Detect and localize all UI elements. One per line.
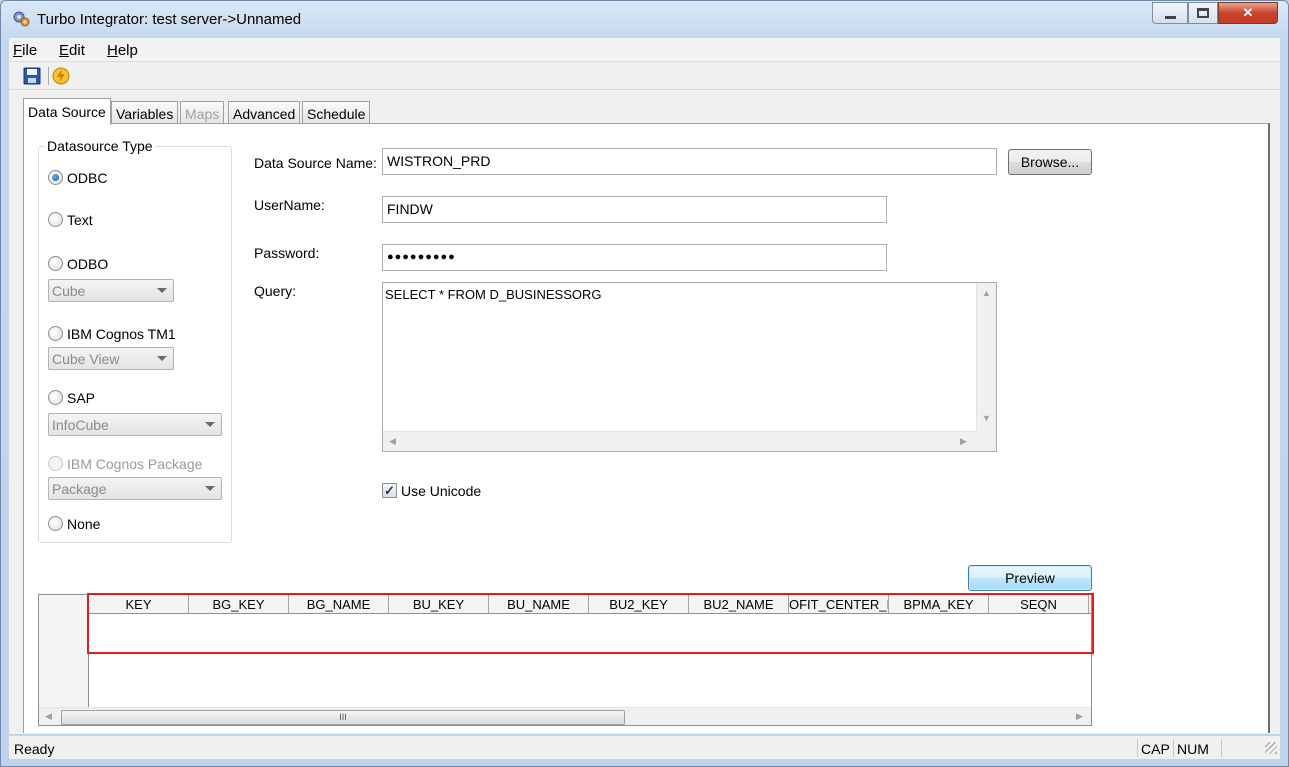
use-unicode-label[interactable]: Use Unicode xyxy=(401,483,481,499)
password-label: Password: xyxy=(254,245,320,261)
grid-row-header xyxy=(39,595,89,707)
minimize-button[interactable] xyxy=(1152,2,1188,24)
radio-none-label[interactable]: None xyxy=(67,516,100,532)
scrollbar-corner xyxy=(976,431,996,451)
tab-advanced[interactable]: Advanced xyxy=(228,101,301,124)
tab-variables[interactable]: Variables xyxy=(111,101,179,124)
odbo-cube-combo: Cube xyxy=(48,279,174,302)
scroll-right-icon[interactable]: ▶ xyxy=(960,436,967,447)
title-bar[interactable]: Turbo Integrator: test server->Unnamed ✕ xyxy=(1,1,1288,37)
package-value: Package xyxy=(52,481,107,497)
use-unicode-checkbox[interactable]: ✓ xyxy=(382,483,397,498)
tab-data-source[interactable]: Data Source xyxy=(23,98,111,125)
password-field[interactable]: ●●●●●●●●● xyxy=(382,244,887,271)
odbo-cube-value: Cube xyxy=(52,283,86,299)
radio-sap[interactable] xyxy=(48,390,63,405)
status-bar: Ready CAP NUM xyxy=(9,735,1280,759)
grid-horizontal-scrollbar[interactable]: ◀ III ▶ xyxy=(39,707,1091,725)
scroll-left-icon[interactable]: ◀ xyxy=(389,436,396,447)
username-label: UserName: xyxy=(254,197,325,213)
radio-text[interactable] xyxy=(48,212,63,227)
ds-name-field[interactable]: WISTRON_PRD xyxy=(382,148,997,175)
resize-grip-icon[interactable] xyxy=(1265,742,1277,754)
radio-odbc[interactable] xyxy=(48,170,63,185)
minimize-icon xyxy=(1164,15,1176,19)
browse-button[interactable]: Browse... xyxy=(1008,149,1092,175)
close-button[interactable]: ✕ xyxy=(1218,2,1278,24)
radio-none[interactable] xyxy=(48,516,63,531)
radio-cognos-package-label: IBM Cognos Package xyxy=(67,456,203,472)
query-textarea[interactable]: SELECT * FROM D_BUSINESSORG ▲ ▼ ◀ ▶ xyxy=(382,282,997,452)
num-lock-indicator: NUM xyxy=(1177,741,1209,757)
maximize-button[interactable] xyxy=(1188,2,1218,24)
status-text: Ready xyxy=(14,741,55,757)
chevron-down-icon xyxy=(157,288,167,293)
preview-button[interactable]: Preview xyxy=(968,565,1092,591)
ds-name-label: Data Source Name: xyxy=(254,155,377,171)
status-separator xyxy=(1221,739,1222,757)
query-vertical-scrollbar[interactable]: ▲ ▼ xyxy=(976,283,996,431)
radio-tm1[interactable] xyxy=(48,326,63,341)
tm1-cubeview-combo: Cube View xyxy=(48,347,174,370)
radio-text-label[interactable]: Text xyxy=(67,212,93,228)
toolbar-separator xyxy=(48,67,49,85)
scroll-right-icon[interactable]: ▶ xyxy=(1076,711,1083,722)
tab-schedule[interactable]: Schedule xyxy=(302,101,371,124)
menu-bar: File Edit Help xyxy=(9,38,1280,62)
radio-odbc-label[interactable]: ODBC xyxy=(67,170,107,186)
app-window: Turbo Integrator: test server->Unnamed ✕… xyxy=(0,0,1289,767)
turbo-integrator-icon xyxy=(13,11,30,27)
scroll-thumb[interactable]: III xyxy=(61,710,625,725)
query-text: SELECT * FROM D_BUSINESSORG xyxy=(385,287,602,302)
sap-infocube-value: InfoCube xyxy=(52,417,109,433)
sap-infocube-combo: InfoCube xyxy=(48,413,222,436)
maximize-icon xyxy=(1197,8,1209,18)
scroll-down-icon[interactable]: ▼ xyxy=(982,413,991,423)
chevron-down-icon xyxy=(157,356,167,361)
query-horizontal-scrollbar[interactable]: ◀ ▶ xyxy=(383,431,976,451)
radio-odbo[interactable] xyxy=(48,256,63,271)
package-combo: Package xyxy=(48,477,222,500)
annotation-highlight-box xyxy=(87,593,1094,654)
tm1-cubeview-value: Cube View xyxy=(52,351,120,367)
menu-file[interactable]: File xyxy=(13,42,37,59)
radio-cognos-package xyxy=(48,456,63,471)
save-icon[interactable] xyxy=(23,67,41,85)
scroll-left-icon[interactable]: ◀ xyxy=(45,711,52,722)
caps-lock-indicator: CAP xyxy=(1141,741,1170,757)
scroll-up-icon[interactable]: ▲ xyxy=(982,288,991,298)
status-separator xyxy=(1173,739,1174,757)
toolbar xyxy=(9,62,1280,90)
menu-edit[interactable]: Edit xyxy=(59,42,85,59)
radio-sap-label[interactable]: SAP xyxy=(67,390,95,406)
radio-odbo-label[interactable]: ODBO xyxy=(67,256,108,272)
username-field[interactable]: FINDW xyxy=(382,196,887,223)
chevron-down-icon xyxy=(205,486,215,491)
close-icon: ✕ xyxy=(1242,5,1254,20)
checkmark-icon: ✓ xyxy=(384,483,395,498)
datasource-type-legend: Datasource Type xyxy=(45,138,155,154)
run-process-icon[interactable] xyxy=(52,67,70,85)
menu-help[interactable]: Help xyxy=(107,42,138,59)
window-title: Turbo Integrator: test server->Unnamed xyxy=(37,11,302,28)
query-label: Query: xyxy=(254,283,297,299)
chevron-down-icon xyxy=(205,422,215,427)
radio-tm1-label[interactable]: IBM Cognos TM1 xyxy=(67,326,176,342)
tab-maps: Maps xyxy=(180,101,225,124)
status-separator xyxy=(1137,739,1138,757)
